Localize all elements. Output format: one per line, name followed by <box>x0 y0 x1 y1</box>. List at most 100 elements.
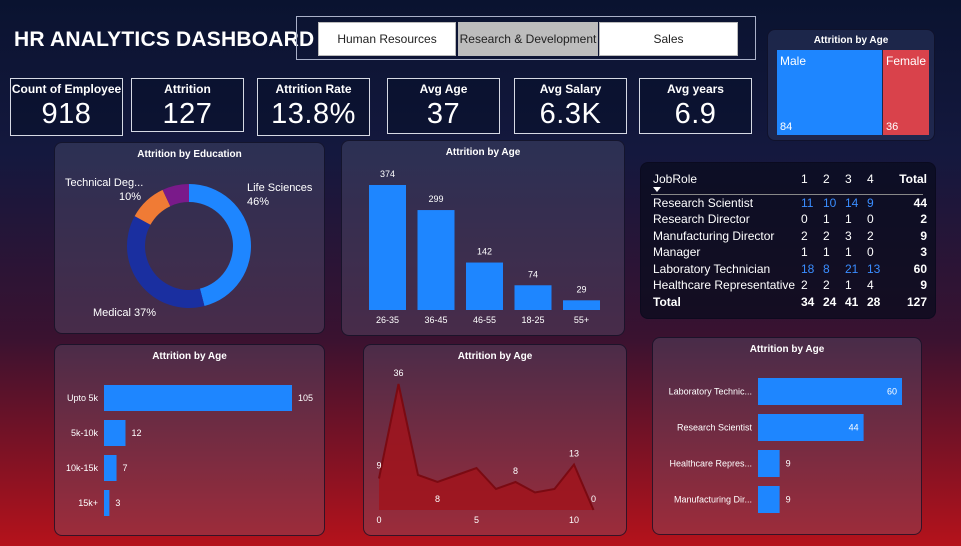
bar-46-55[interactable] <box>466 262 503 310</box>
bar-18-25[interactable] <box>514 285 552 310</box>
cell: 1 <box>801 245 808 259</box>
bar-15k+[interactable] <box>104 490 110 516</box>
data-label: 44 <box>849 423 859 433</box>
cell: 1 <box>823 212 830 226</box>
cell: 9 <box>867 196 874 210</box>
cell: 21 <box>845 262 859 276</box>
cell: 0 <box>867 212 874 226</box>
bar-36-45[interactable] <box>417 210 455 310</box>
cell: 2 <box>801 278 808 292</box>
table-row[interactable]: Manufacturing Director 2 2 3 2 9 <box>653 229 927 245</box>
cell: 34 <box>801 295 815 309</box>
cell: 2 <box>867 229 874 243</box>
jobrole-matrix-card: JobRole 1 2 3 4 Total Research Scientist… <box>640 162 936 319</box>
header-col: 3 <box>845 172 852 186</box>
slice-medical[interactable] <box>126 216 205 308</box>
y-tick-label: Laboratory Technic... <box>669 387 752 397</box>
bar-jobrole-2[interactable] <box>758 450 780 477</box>
bar-26-35[interactable] <box>369 185 406 310</box>
cell-total: 9 <box>920 278 927 292</box>
table-row[interactable]: Manager 1 1 1 0 3 <box>653 245 927 261</box>
data-label: 9 <box>376 461 381 471</box>
female-value: 36 <box>886 121 899 133</box>
kpi-avg-salary: Avg Salary 6.3K <box>514 78 627 134</box>
cell-total: 44 <box>913 196 927 210</box>
cell: 1 <box>845 278 852 292</box>
slice-life-sciences[interactable] <box>189 184 251 307</box>
male-tile[interactable]: Male 84 <box>777 50 882 135</box>
x-tick-label: 46-55 <box>473 315 496 325</box>
data-label: 374 <box>380 169 395 179</box>
row-label: Research Director <box>653 212 750 226</box>
kpi-label: Count of Employee <box>11 82 122 96</box>
bar-55+[interactable] <box>563 300 600 310</box>
y-tick-label: Healthcare Repres... <box>669 459 752 469</box>
bar-jobrole-3[interactable] <box>758 486 780 513</box>
filter-human-resources[interactable]: Human Resources <box>318 22 456 56</box>
kpi-label: Avg years <box>667 82 724 96</box>
page-title: HR ANALYTICS DASHBOARD <box>14 28 315 51</box>
table-row[interactable]: Healthcare Representative 2 2 1 4 9 <box>653 278 927 294</box>
label-technical-degree: Technical Deg... <box>65 177 143 189</box>
data-label: 299 <box>428 194 443 204</box>
y-tick-label: 15k+ <box>78 498 98 508</box>
area-chart-card: Attrition by Age 9 36 8 8 13 0 0 5 10 <box>363 344 627 536</box>
cell: 2 <box>823 278 830 292</box>
cell: 1 <box>845 212 852 226</box>
x-tick-label: 5 <box>474 515 479 525</box>
cell-total: 2 <box>920 212 927 226</box>
cell-total: 3 <box>920 245 927 259</box>
cell: 1 <box>823 245 830 259</box>
cell: 18 <box>801 262 815 276</box>
header-col: 2 <box>823 172 830 186</box>
data-label: 3 <box>115 498 120 508</box>
y-tick-label: Manufacturing Dir... <box>674 495 752 505</box>
filter-research-development[interactable]: Research & Development <box>458 22 598 56</box>
header-jobrole[interactable]: JobRole <box>653 172 697 186</box>
cell: 1 <box>845 245 852 259</box>
x-tick-label: 26-35 <box>376 315 399 325</box>
cell: 24 <box>823 295 837 309</box>
kpi-value: 13.8% <box>271 98 356 130</box>
data-label: 8 <box>513 466 518 476</box>
area-chart: 9 36 8 8 13 0 0 5 10 <box>376 368 596 525</box>
data-label: 9 <box>786 495 791 505</box>
data-label: 12 <box>131 428 141 438</box>
label-medical: Medical 37% <box>93 307 156 319</box>
data-label: 36 <box>393 368 403 378</box>
salary-bar-card: Attrition by Age Upto 5k 105 5k-10k 12 10k-1… <box>54 344 325 536</box>
header-col: 4 <box>867 172 874 186</box>
kpi-attrition: Attrition 127 <box>131 78 244 132</box>
x-tick-label: 36-45 <box>424 315 447 325</box>
table-row[interactable]: Research Scientist 11 10 14 9 44 <box>653 196 927 212</box>
row-label: Healthcare Representative <box>653 278 796 292</box>
row-label: Research Scientist <box>653 196 754 210</box>
bar-jobrole-0[interactable] <box>758 378 902 405</box>
card-title: Attrition by Age <box>813 35 889 46</box>
bar-5k-10k[interactable] <box>104 420 126 446</box>
x-tick-label: 18-25 <box>521 315 544 325</box>
cell: 10 <box>823 196 837 210</box>
bar-10k-15k[interactable] <box>104 455 117 481</box>
bar-Upto 5k[interactable] <box>104 385 292 411</box>
female-tile[interactable]: Female 36 <box>883 50 929 135</box>
cell: 8 <box>823 262 830 276</box>
data-label: 29 <box>576 284 586 294</box>
filter-sales[interactable]: Sales <box>599 22 738 56</box>
x-tick-label: 10 <box>569 515 579 525</box>
cell: 0 <box>801 212 808 226</box>
cell: 28 <box>867 295 881 309</box>
table-row[interactable]: Research Director 0 1 1 0 2 <box>653 212 927 228</box>
cell: 41 <box>845 295 859 309</box>
education-donut-card: Attrition by Education Life Sciences 46%… <box>54 142 325 334</box>
kpi-label: Avg Salary <box>539 82 602 96</box>
data-label: 105 <box>298 393 313 403</box>
education-donut-chart: Life Sciences 46% Medical 37% Technical … <box>65 177 313 319</box>
sort-desc-icon[interactable] <box>653 187 661 192</box>
table-row[interactable]: Laboratory Technician 18 8 21 13 60 <box>653 262 927 278</box>
male-value: 84 <box>780 121 793 133</box>
row-label: Manager <box>653 245 701 259</box>
jobrole-bar-chart: Laboratory Technic... 60 Research Scientis… <box>669 378 902 513</box>
total-row: Total 34 24 41 28 127 <box>653 295 927 311</box>
age-bar-chart: 374 26-35 299 36-45 142 46-55 74 18-25 29 55+ <box>369 169 600 325</box>
